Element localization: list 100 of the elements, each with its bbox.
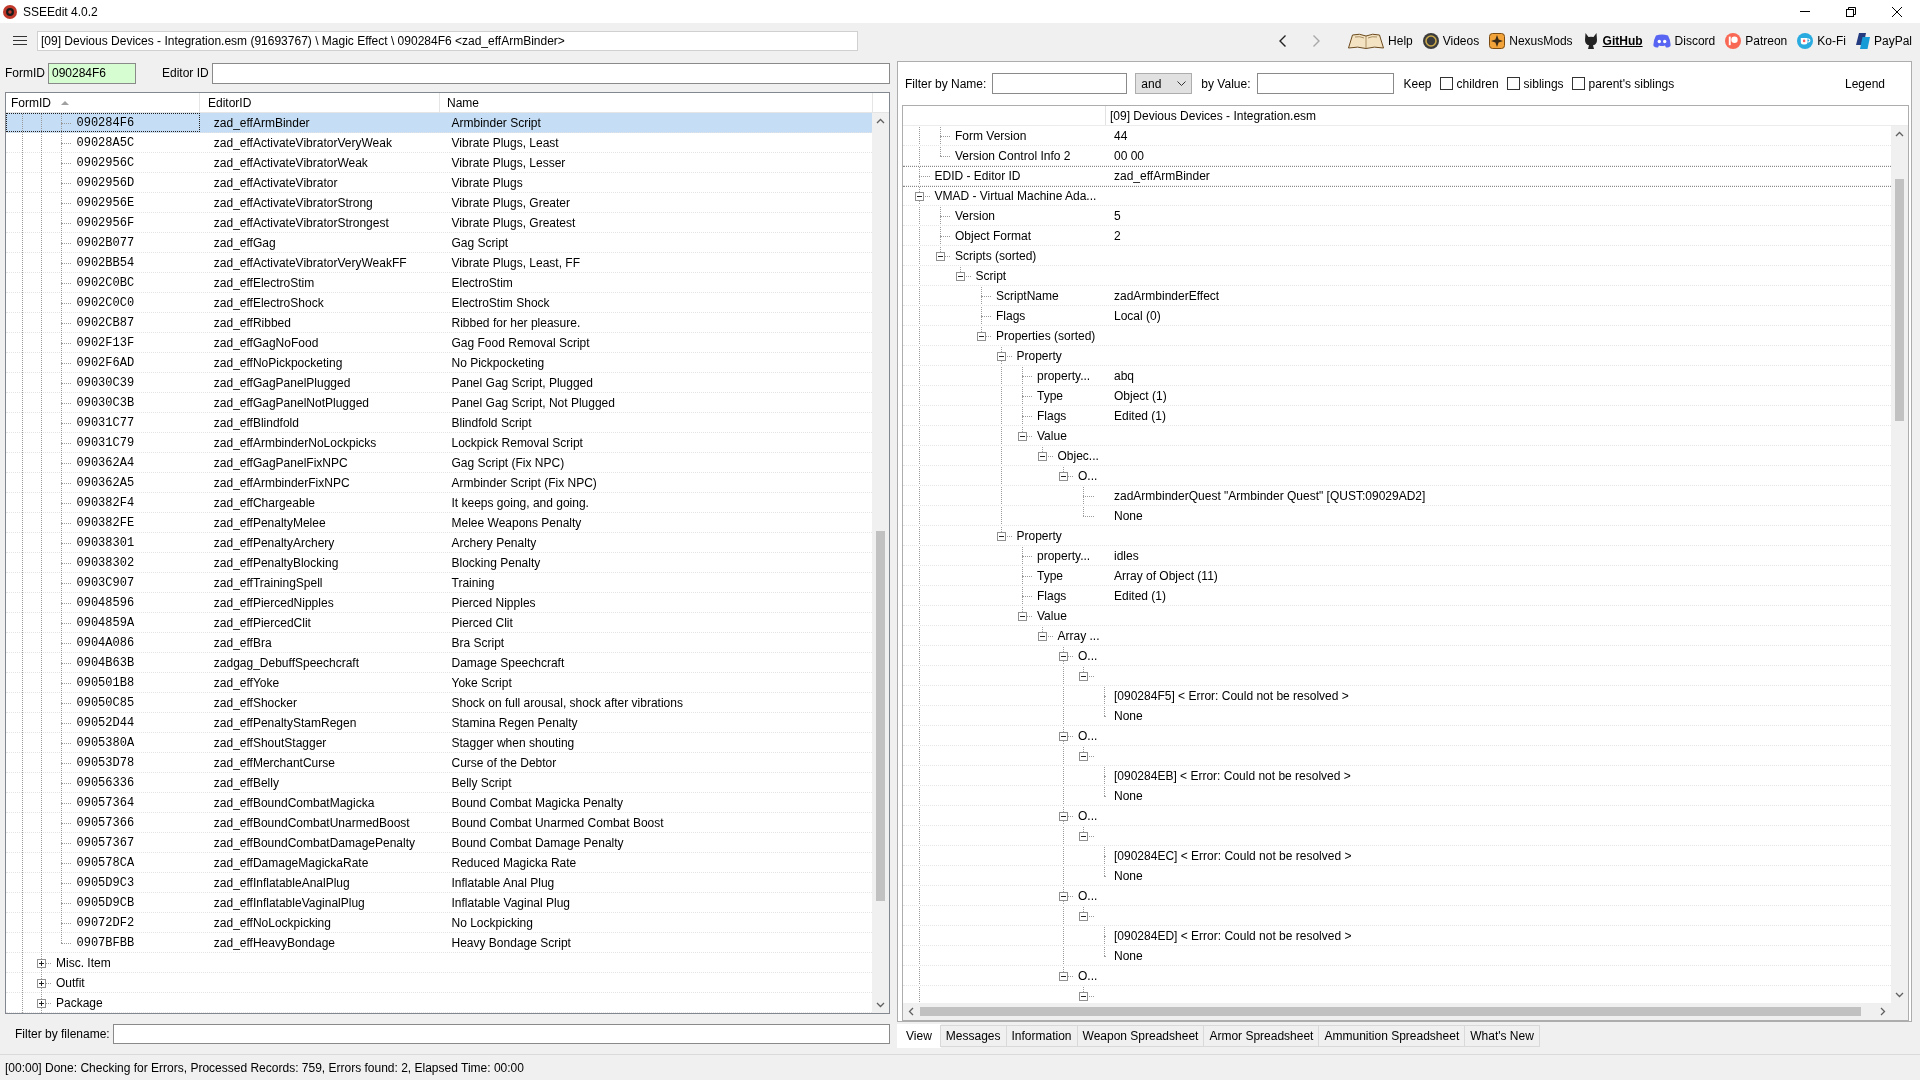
record-row[interactable]: 0902956C zad_effActivateVibratorWeak Vibrate Plugs, Lesser (6, 153, 872, 173)
record-row[interactable]: 0905380A zad_effShoutStagger Stagger when shouting (6, 733, 872, 753)
collapse-icon[interactable] (976, 331, 986, 341)
collapse-icon[interactable] (1038, 631, 1048, 641)
collapse-icon[interactable] (1017, 611, 1027, 621)
record-row[interactable]: 090362A5 zad_effArmbinderFixNPC Armbinder Script (Fix NPC) (6, 473, 872, 493)
path-field[interactable]: [09] Devious Devices - Integration.esm (91693767) \ Magic Effect \ 090284F6 <zad_effArmBinder> (37, 30, 858, 51)
operator-dropdown[interactable]: and (1135, 73, 1193, 94)
collapse-icon[interactable] (1058, 731, 1068, 741)
record-row[interactable]: 09030C39 zad_effGagPanelPlugged Panel Gag Script, Plugged (6, 373, 872, 393)
expand-icon[interactable] (37, 998, 47, 1008)
record-row[interactable]: 09031C79 zad_effArmbinderNoLockpicks Lockpick Removal Script (6, 433, 872, 453)
record-row[interactable]: 0902956D zad_effActivateVibrator Vibrate Plugs (6, 173, 872, 193)
collapse-icon[interactable] (1017, 431, 1027, 441)
record-row[interactable]: 090501B8 zad_effYoke Yoke Script (6, 673, 872, 693)
collapse-icon[interactable] (1079, 911, 1089, 921)
record-row[interactable]: 09057367 zad_effBoundCombatDamagePenalty Bound Combat Damage Penalty (6, 833, 872, 853)
checkbox[interactable] (1439, 77, 1453, 90)
record-row[interactable]: 0904859A zad_effPiercedClit Pierced Clit (6, 613, 872, 633)
name-filter-field[interactable] (992, 73, 1128, 94)
record-row[interactable]: 0902B077 zad_effGag Gag Script (6, 233, 872, 253)
record-row[interactable]: 09030C3B zad_effGagPanelNotPlugged Panel Gag Script, Not Plugged (6, 393, 872, 413)
collapse-icon[interactable] (1079, 751, 1089, 761)
record-row[interactable]: 09028A5C zad_effActivateVibratorVeryWeak Vibrate Plugs, Least (6, 133, 872, 153)
scrollbar-thumb[interactable] (920, 1007, 1861, 1016)
record-row[interactable]: 0902CB87 zad_effRibbed Ribbed for her pleasure. (6, 313, 872, 333)
collapse-icon[interactable] (1058, 971, 1068, 981)
toolbar-link[interactable]: Discord (1652, 30, 1716, 51)
record-row[interactable]: 0903C907 zad_effTrainingSpell Training (6, 573, 872, 593)
collapse-icon[interactable] (1058, 891, 1068, 901)
record-row[interactable]: 0902956F zad_effActivateVibratorStrongest Vibrate Plugs, Greatest (6, 213, 872, 233)
toolbar-link[interactable]: Patreon (1725, 30, 1788, 51)
record-row[interactable]: 09050C85 zad_effShocker Shock on full arousal, shock after vibrations (6, 693, 872, 713)
value-filter-field[interactable] (1256, 73, 1394, 94)
collapse-icon[interactable] (997, 351, 1007, 361)
tab[interactable]: Armor Spreadsheet (1203, 1025, 1320, 1047)
collapse-icon[interactable] (1058, 651, 1068, 661)
form-id-field[interactable]: 090284F6 (48, 62, 136, 84)
record-row[interactable]: 09052D44 zad_effPenaltyStamRegen Stamina Regen Penalty (6, 713, 872, 733)
record-row[interactable]: 0902956E zad_effActivateVibratorStrong Vibrate Plugs, Greater (6, 193, 872, 213)
record-row[interactable]: 090382FE zad_effPenaltyMelee Melee Weapons Penalty (6, 513, 872, 533)
record-row[interactable]: 090284F6 zad_effArmBinder Armbinder Script (6, 113, 872, 133)
collapse-icon[interactable] (915, 192, 925, 201)
toolbar-link[interactable]: GitHub (1582, 30, 1643, 51)
expand-icon[interactable] (37, 958, 47, 968)
collapse-icon[interactable] (1038, 451, 1048, 461)
record-row[interactable]: 0905D9C3 zad_effInflatableAnalPlug Inflatable Anal Plug (6, 873, 872, 893)
record-row[interactable]: 0902F6AD zad_effNoPickpocketing No Pickpocketing (6, 353, 872, 373)
editor-id-field[interactable] (211, 62, 890, 84)
scrollbar-thumb[interactable] (876, 531, 885, 901)
record-row[interactable]: 0902C0C0 zad_effElectroShock ElectroStim Shock (6, 293, 872, 313)
tab[interactable]: View (897, 1024, 941, 1048)
group-label[interactable]: Misc. Item (56, 955, 111, 970)
vertical-scrollbar[interactable] (1891, 126, 1908, 1003)
record-row[interactable]: 0905D9CB zad_effInflatableVaginalPlug Inflatable Vaginal Plug (6, 893, 872, 913)
collapse-icon[interactable] (1058, 811, 1068, 821)
toolbar-link[interactable]: Ko-Fi (1797, 30, 1846, 51)
toolbar-link[interactable]: Videos (1422, 30, 1480, 51)
collapse-icon[interactable] (956, 271, 966, 281)
tab[interactable]: Messages (939, 1025, 1007, 1047)
record-row[interactable]: 09057364 zad_effBoundCombatMagicka Bound Combat Magicka Penalty (6, 793, 872, 813)
tab[interactable]: Ammunition Spreadsheet (1318, 1025, 1466, 1047)
record-row[interactable]: 0902C0BC zad_effElectroStim ElectroStim (6, 273, 872, 293)
checkbox-label[interactable]: siblings (1523, 76, 1564, 91)
tab[interactable]: Information (1005, 1025, 1078, 1047)
record-row[interactable]: 090382F4 zad_effChargeable It keeps going, and going. (6, 493, 872, 513)
record-row[interactable]: 090362A4 zad_effGagPanelFixNPC Gag Script (Fix NPC) (6, 453, 872, 473)
filename-filter-field[interactable] (113, 1024, 890, 1044)
tab[interactable]: Weapon Spreadsheet (1076, 1025, 1205, 1047)
record-row[interactable]: 090578CA zad_effDamageMagickaRate Reduced Magicka Rate (6, 853, 872, 873)
record-row[interactable]: 09053D78 zad_effMerchantCurse Curse of the Debtor (6, 753, 872, 773)
vertical-scrollbar[interactable] (872, 113, 889, 1013)
tab[interactable]: What's New (1464, 1025, 1540, 1047)
checkbox-label[interactable]: parent's siblings (1588, 76, 1675, 91)
collapse-icon[interactable] (935, 251, 945, 261)
record-row[interactable]: 09031C77 zad_effBlindfold Blindfold Script (6, 413, 872, 433)
record-row[interactable]: 09038302 zad_effPenaltyBlocking Blocking Penalty (6, 553, 872, 573)
collapse-icon[interactable] (1079, 831, 1089, 841)
toolbar-link[interactable]: NexusMods (1489, 30, 1573, 51)
collapse-icon[interactable] (997, 531, 1007, 541)
group-label[interactable]: Package (56, 995, 103, 1010)
checkbox[interactable] (1571, 77, 1585, 90)
record-row[interactable]: 09048596 zad_effPiercedNipples Pierced Nipples (6, 593, 872, 613)
record-row[interactable]: 0907BFBB zad_effHeavyBondage Heavy Bondage Script (6, 933, 872, 953)
toolbar-link[interactable]: Help (1348, 30, 1413, 51)
record-row[interactable]: 09038301 zad_effPenaltyArchery Archery Penalty (6, 533, 872, 553)
collapse-icon[interactable] (1079, 671, 1089, 681)
record-row[interactable]: 0902F13F zad_effGagNoFood Gag Food Removal Script (6, 333, 872, 353)
record-row[interactable]: 09072DF2 zad_effNoLockpicking No Lockpicking (6, 913, 872, 933)
collapse-icon[interactable] (1058, 471, 1068, 481)
group-label[interactable]: Outfit (56, 975, 85, 990)
record-row[interactable]: 0902BB54 zad_effActivateVibratorVeryWeakFF Vibrate Plugs, Least, FF (6, 253, 872, 273)
collapse-icon[interactable] (1079, 991, 1089, 1001)
checkbox[interactable] (1506, 77, 1520, 90)
record-row[interactable]: 09056336 zad_effBelly Belly Script (6, 773, 872, 793)
record-row[interactable]: 0904A086 zad_effBra Bra Script (6, 633, 872, 653)
scrollbar-thumb[interactable] (1895, 179, 1904, 421)
toolbar-link[interactable]: PayPal (1855, 30, 1912, 51)
record-row[interactable]: 09057366 zad_effBoundCombatUnarmedBoost Bound Combat Unarmed Combat Boost (6, 813, 872, 833)
expand-icon[interactable] (37, 978, 47, 988)
